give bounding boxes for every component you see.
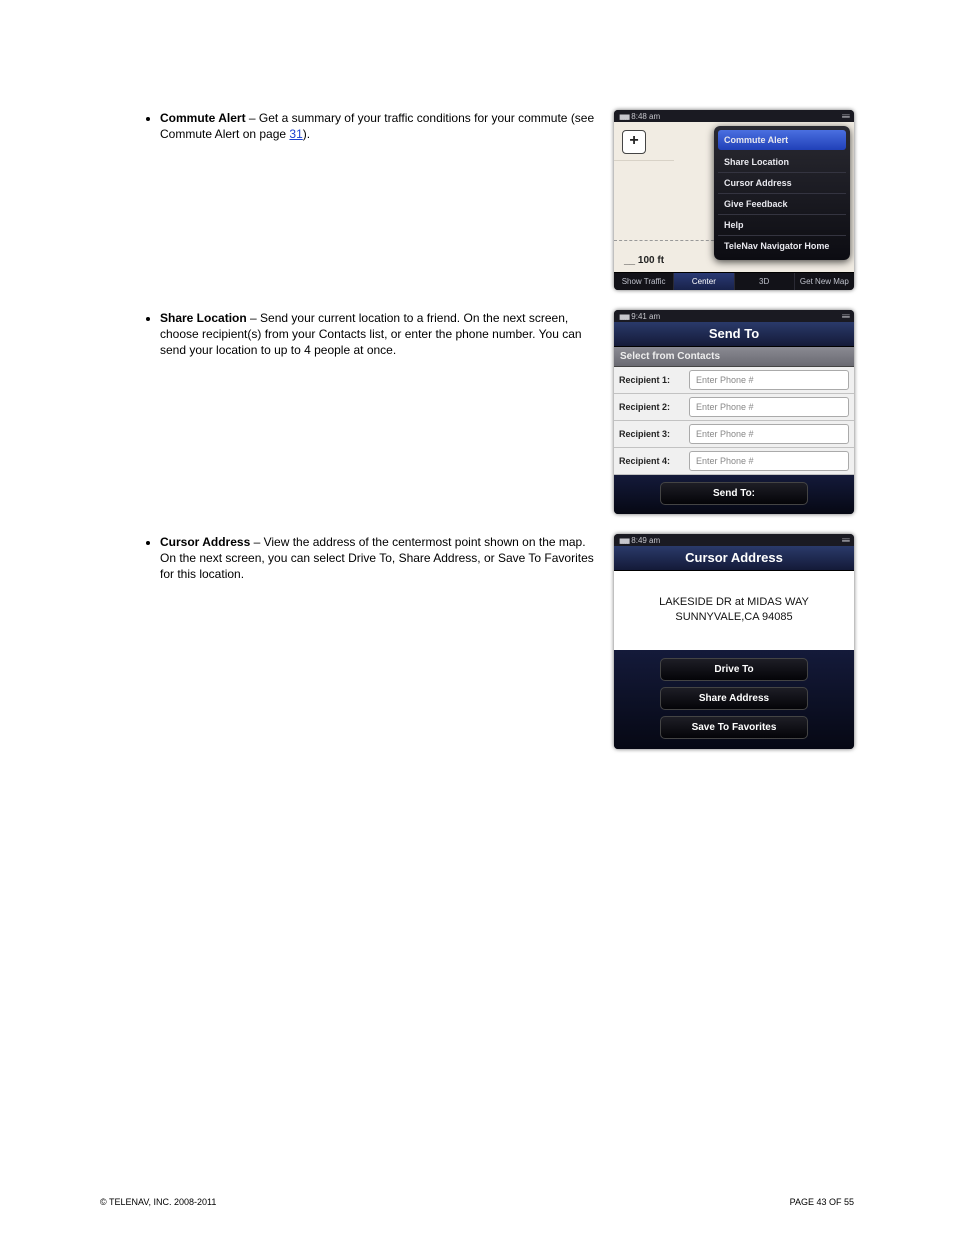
status-bar: 8:49 am bbox=[614, 534, 854, 546]
drive-to-button[interactable]: Drive To bbox=[660, 658, 808, 681]
zoom-in-button[interactable]: + bbox=[622, 130, 646, 154]
phone-map-menu: 8:48 am + − 100 ft Commute Alert Share L… bbox=[614, 110, 854, 290]
button-bar: Send To: bbox=[614, 475, 854, 514]
tab-get-new-map[interactable]: Get New Map bbox=[794, 273, 854, 290]
map-pane[interactable]: + − 100 ft Commute Alert Share Location … bbox=[614, 122, 854, 272]
bullet-cursor-address: Cursor Address – View the address of the… bbox=[160, 534, 596, 583]
recipient-row-1: Recipient 1: Enter Phone # bbox=[614, 367, 854, 394]
page-footer: © TELENAV, INC. 2008-2011 PAGE 43 OF 55 bbox=[100, 1197, 854, 1207]
screen-title: Send To bbox=[614, 322, 854, 347]
tab-center[interactable]: Center bbox=[673, 273, 733, 290]
select-from-contacts[interactable]: Select from Contacts bbox=[614, 347, 854, 367]
button-bar: Drive To Share Address Save To Favorites bbox=[614, 650, 854, 749]
footer-copyright: © TELENAV, INC. 2008-2011 bbox=[100, 1197, 216, 1207]
screen-title: Cursor Address bbox=[614, 546, 854, 571]
address-display: LAKESIDE DR at MIDAS WAY SUNNYVALE,CA 94… bbox=[614, 571, 854, 650]
send-to-button[interactable]: Send To: bbox=[660, 482, 808, 505]
recipient-2-input[interactable]: Enter Phone # bbox=[689, 397, 849, 417]
recipient-3-input[interactable]: Enter Phone # bbox=[689, 424, 849, 444]
menu-item-commute-alert[interactable]: Commute Alert bbox=[718, 130, 846, 150]
recipient-1-input[interactable]: Enter Phone # bbox=[689, 370, 849, 390]
save-favorites-button[interactable]: Save To Favorites bbox=[660, 716, 808, 739]
bullet-title: Cursor Address bbox=[160, 535, 250, 549]
menu-item-give-feedback[interactable]: Give Feedback bbox=[718, 194, 846, 215]
recipient-4-input[interactable]: Enter Phone # bbox=[689, 451, 849, 471]
menu-item-cursor-address[interactable]: Cursor Address bbox=[718, 173, 846, 194]
bullet-title: Commute Alert bbox=[160, 111, 246, 125]
phone-cursor-address: 8:49 am Cursor Address LAKESIDE DR at MI… bbox=[614, 534, 854, 749]
map-bottom-tabs: Show Traffic Center 3D Get New Map bbox=[614, 272, 854, 290]
menu-item-help[interactable]: Help bbox=[718, 215, 846, 236]
footer-page-number: PAGE 43 OF 55 bbox=[790, 1197, 854, 1207]
bullet-commute-alert: Commute Alert – Get a summary of your tr… bbox=[160, 110, 596, 142]
tab-show-traffic[interactable]: Show Traffic bbox=[614, 273, 673, 290]
status-bar: 9:41 am bbox=[614, 310, 854, 322]
recipient-row-3: Recipient 3: Enter Phone # bbox=[614, 421, 854, 448]
page-link-31[interactable]: 31 bbox=[289, 127, 302, 141]
menu-item-share-location[interactable]: Share Location bbox=[718, 152, 846, 173]
phone-send-to: 9:41 am Send To Select from Contacts Rec… bbox=[614, 310, 854, 514]
recipient-row-4: Recipient 4: Enter Phone # bbox=[614, 448, 854, 475]
status-bar: 8:48 am bbox=[614, 110, 854, 122]
menu-item-navigator-home[interactable]: TeleNav Navigator Home bbox=[718, 236, 846, 256]
map-scale: 100 ft bbox=[624, 255, 664, 266]
bullet-title: Share Location bbox=[160, 311, 247, 325]
bullet-share-location: Share Location – Send your current locat… bbox=[160, 310, 596, 359]
recipient-row-2: Recipient 2: Enter Phone # bbox=[614, 394, 854, 421]
tab-3d[interactable]: 3D bbox=[734, 273, 794, 290]
context-menu: Commute Alert Share Location Cursor Addr… bbox=[714, 126, 850, 260]
share-address-button[interactable]: Share Address bbox=[660, 687, 808, 710]
